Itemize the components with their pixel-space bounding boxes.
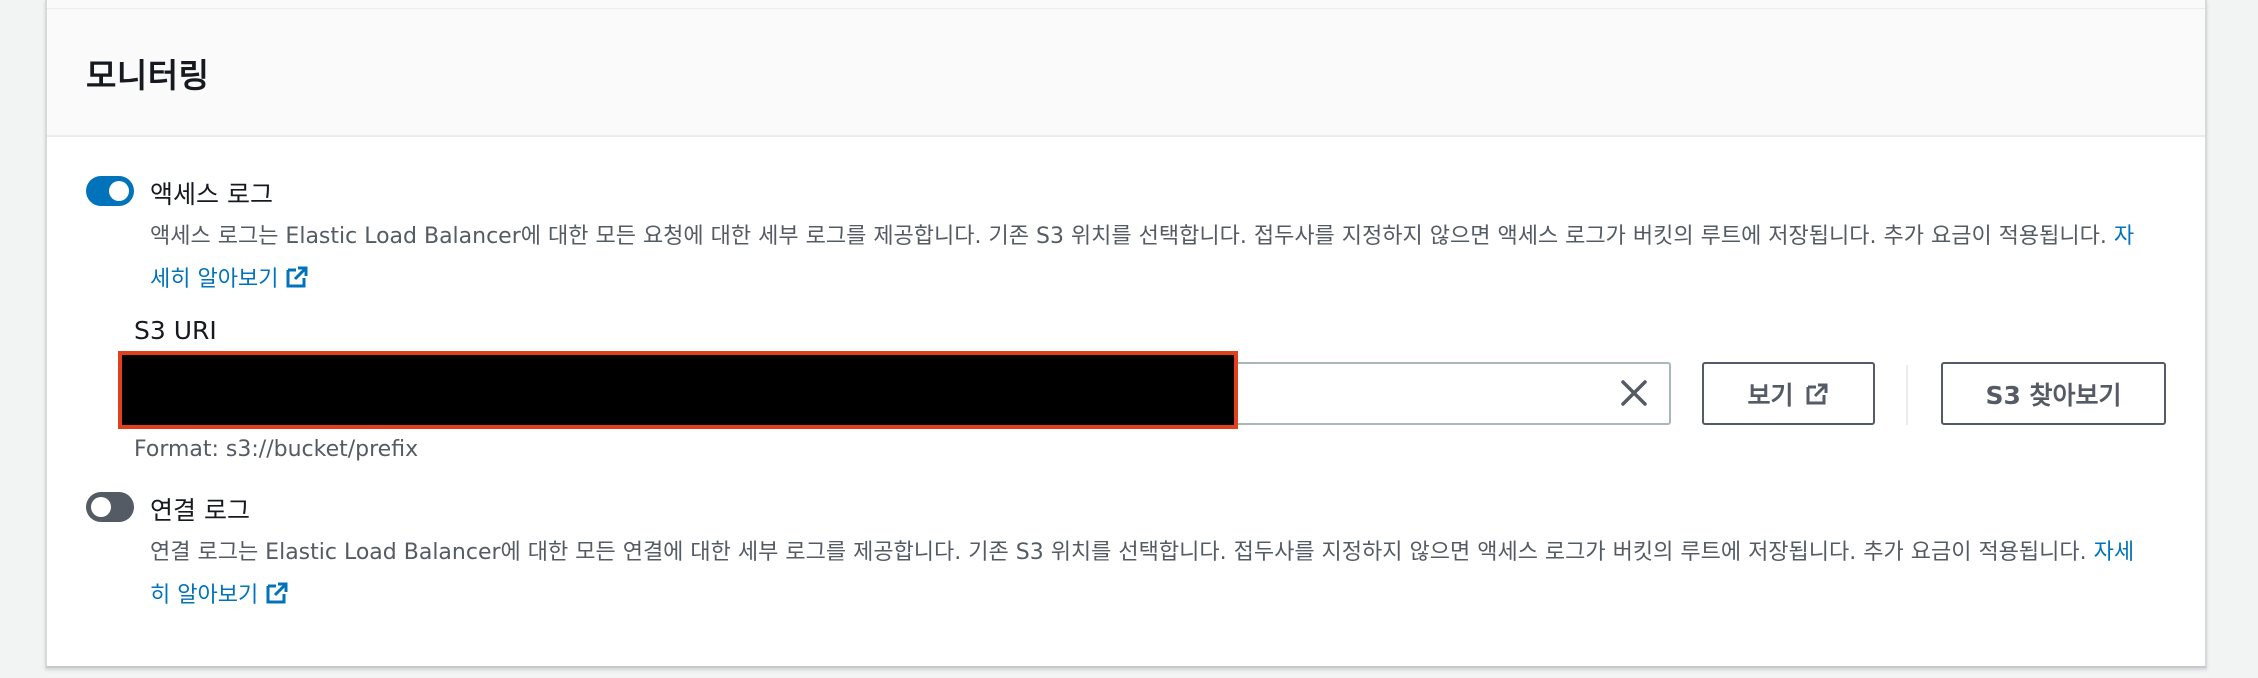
toggle-knob — [109, 181, 129, 201]
external-link-icon — [1806, 383, 1827, 404]
s3-uri-label: S3 URI — [134, 316, 217, 345]
connection-logs-description-text: 연결 로그는 Elastic Load Balancer에 대한 모든 연결에 … — [150, 540, 2087, 565]
access-logs-description: 액세스 로그는 Elastic Load Balancer에 대한 모든 요청에… — [150, 215, 2150, 301]
panel-top-divider — [47, 0, 2205, 9]
connection-logs-toggle[interactable] — [86, 492, 134, 522]
section-title: 모니터링 — [86, 56, 210, 95]
view-button-label: 보기 — [1747, 380, 1794, 410]
access-logs-description-text: 액세스 로그는 Elastic Load Balancer에 대한 모든 요청에… — [150, 224, 2107, 249]
connection-logs-description: 연결 로그는 Elastic Load Balancer에 대한 모든 연결에 … — [150, 531, 2150, 617]
close-icon[interactable] — [1618, 377, 1650, 409]
panel-header: 모니터링 — [47, 9, 2205, 137]
access-logs-label: 액세스 로그 — [150, 180, 273, 209]
connection-logs-label: 연결 로그 — [150, 496, 250, 525]
format-hint: Format: s3://bucket/prefix — [134, 437, 419, 462]
view-button[interactable]: 보기 — [1702, 362, 1875, 425]
browse-s3-button[interactable]: S3 찾아보기 — [1941, 362, 2166, 425]
external-link-icon — [266, 582, 288, 604]
access-logs-toggle[interactable] — [86, 176, 134, 206]
button-divider — [1906, 365, 1908, 425]
external-link-icon — [286, 266, 308, 288]
redacted-value — [118, 351, 1238, 429]
toggle-knob — [91, 497, 111, 517]
